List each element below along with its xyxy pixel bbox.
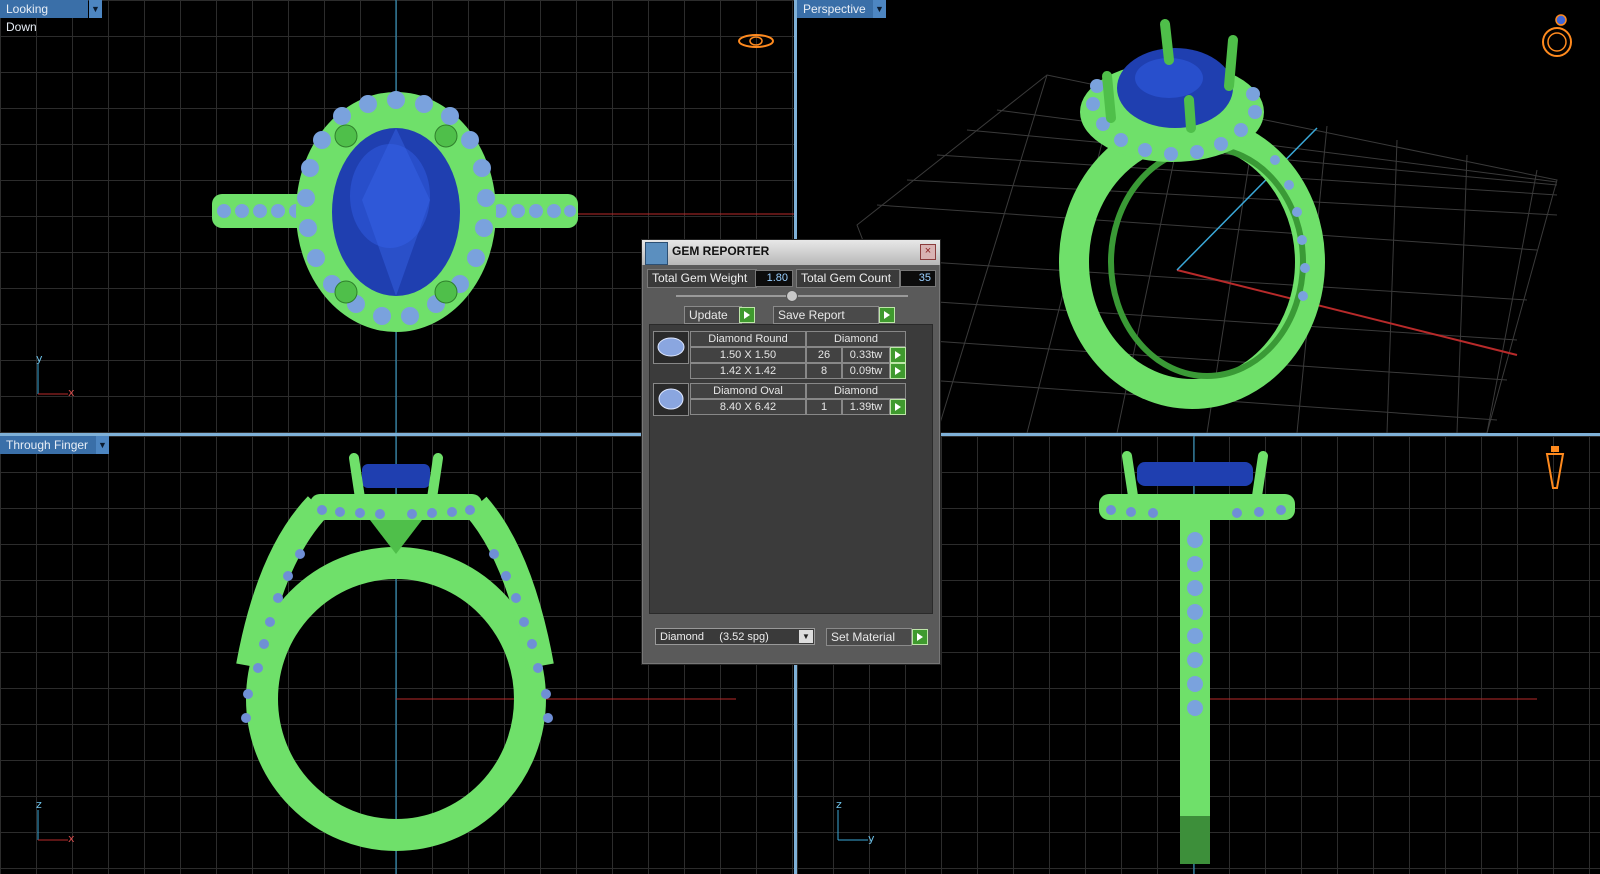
axis-label-vertical: y	[36, 352, 43, 365]
oval-gem-icon	[653, 383, 689, 416]
ring-top-icon	[738, 34, 774, 48]
gem-group-material: Diamond	[806, 331, 906, 347]
ring-side-icon	[1545, 446, 1565, 489]
play-arrow-icon[interactable]	[879, 307, 895, 323]
update-button-label: Update	[689, 308, 728, 322]
gem-weight: 0.33tw	[842, 347, 890, 363]
play-arrow-icon[interactable]	[890, 347, 906, 363]
axis-label-horizontal: x	[68, 832, 75, 845]
axis-label-horizontal: y	[868, 832, 875, 845]
play-arrow-icon[interactable]	[739, 307, 755, 323]
gem-reporter-icon	[645, 242, 668, 265]
axis-label-horizontal: x	[68, 386, 75, 399]
gem-slider-handle[interactable]	[786, 290, 798, 302]
material-select[interactable]: Diamond (3.52 spg) ▼	[655, 628, 815, 645]
save-report-button[interactable]: Save Report	[773, 306, 879, 324]
gem-size: 1.42 X 1.42	[690, 363, 806, 379]
round-gem-icon	[653, 331, 689, 364]
total-gem-count-label: Total Gem Count	[796, 269, 900, 288]
viewport-label-looking-down[interactable]: Looking Down	[0, 0, 88, 34]
gem-size: 1.50 X 1.50	[690, 347, 806, 363]
axis-indicator: z x	[30, 798, 80, 846]
gem-count: 8	[806, 363, 842, 379]
axis-indicator: y x	[30, 352, 80, 400]
play-arrow-icon[interactable]	[890, 363, 906, 379]
gem-weight: 0.09tw	[842, 363, 890, 379]
gem-group-name: Diamond Oval	[690, 383, 806, 399]
total-gem-weight-label: Total Gem Weight	[647, 269, 757, 288]
total-gem-count-value: 35	[900, 270, 936, 287]
total-gem-weight-value: 1.80	[755, 270, 793, 287]
gem-reporter-dialog: GEM REPORTER × Total Gem Weight 1.80 Tot…	[641, 239, 941, 665]
chevron-down-icon[interactable]: ▼	[799, 630, 813, 643]
viewport-label-through-finger[interactable]: Through Finger	[0, 436, 102, 454]
axis-label-vertical: z	[36, 798, 42, 811]
set-material-button-label: Set Material	[831, 630, 896, 644]
axis-indicator: z y	[830, 798, 880, 846]
update-button[interactable]: Update	[684, 306, 742, 324]
gem-count: 1	[806, 399, 842, 415]
play-arrow-icon[interactable]	[912, 629, 928, 645]
save-report-button-label: Save Report	[778, 308, 845, 322]
gem-reporter-titlebar[interactable]: GEM REPORTER ×	[642, 240, 940, 265]
play-arrow-icon[interactable]	[890, 399, 906, 415]
close-icon[interactable]: ×	[920, 244, 936, 260]
gem-reporter-title: GEM REPORTER	[672, 244, 770, 258]
gem-list: Diamond Round Diamond 1.50 X 1.50 26 0.3…	[649, 324, 933, 614]
dropdown-arrow-icon[interactable]: ▼	[873, 0, 886, 18]
set-material-button[interactable]: Set Material	[826, 628, 912, 646]
gem-group-material: Diamond	[806, 383, 906, 399]
gem-count: 26	[806, 347, 842, 363]
gem-group-name: Diamond Round	[690, 331, 806, 347]
dropdown-arrow-icon[interactable]: ▼	[96, 436, 109, 454]
ring-perspective-icon	[1542, 14, 1572, 57]
gem-size: 8.40 X 6.42	[690, 399, 806, 415]
dropdown-arrow-icon[interactable]: ▼	[89, 0, 102, 18]
material-select-value: Diamond (3.52 spg)	[660, 631, 769, 643]
viewport-label-perspective[interactable]: Perspective	[797, 0, 879, 18]
axis-label-vertical: z	[836, 798, 842, 811]
gem-weight: 1.39tw	[842, 399, 890, 415]
